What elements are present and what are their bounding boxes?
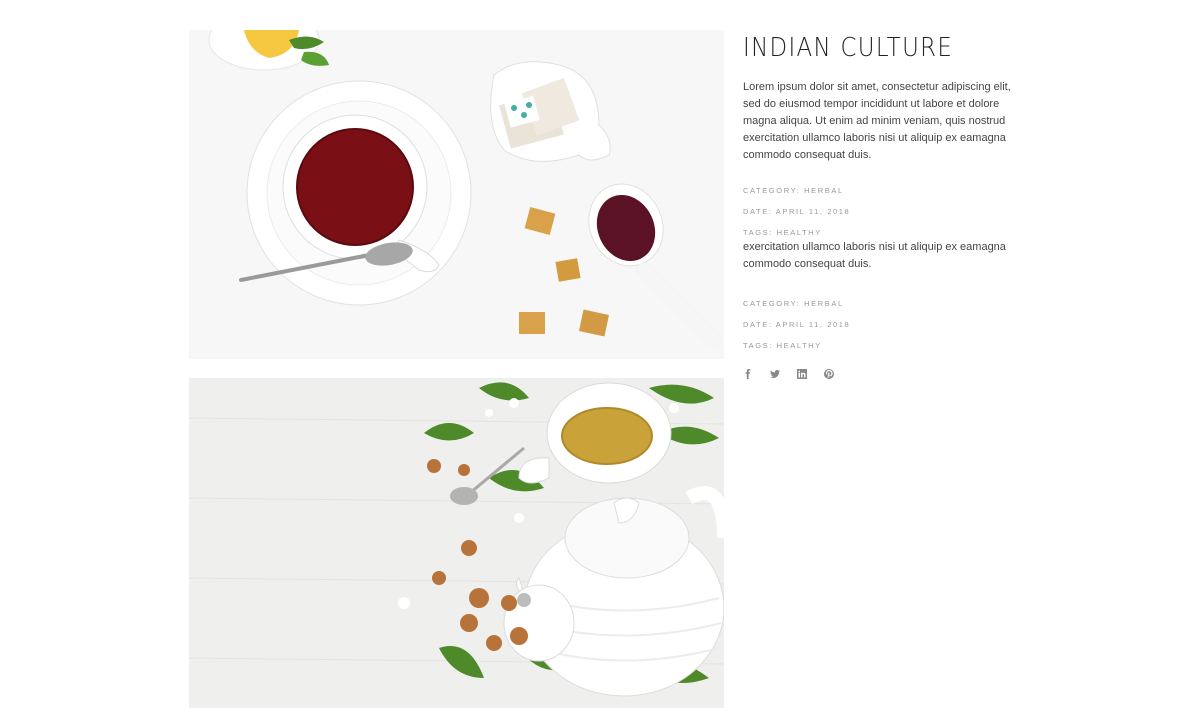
tea-photo-red [189, 30, 724, 359]
facebook-icon[interactable] [741, 368, 755, 380]
tea-photo-herbal [189, 378, 724, 708]
post-date: DATE: APRIL 11, 2018 [743, 207, 851, 216]
twitter-icon[interactable] [768, 368, 782, 380]
social-share-bar [741, 368, 836, 380]
post-title: INDIAN CULTURE [743, 33, 954, 63]
pinterest-icon[interactable] [822, 368, 836, 380]
post-category: CATEGORY: HERBAL [743, 186, 844, 195]
post-date: DATE: APRIL 11, 2018 [743, 320, 851, 329]
tea-photo-herbal-illustration [189, 378, 724, 708]
post-info: INDIAN CULTURE Lorem ipsum dolor sit ame… [743, 30, 1013, 351]
post-tags: TAGS: HEALTHY [743, 228, 822, 237]
post-paragraph: Lorem ipsum dolor sit amet, consectetur … [743, 81, 1011, 161]
linkedin-icon[interactable] [795, 368, 809, 380]
post-category: CATEGORY: HERBAL [743, 299, 844, 308]
tea-photo-red-illustration [189, 30, 724, 359]
post-paragraph-secondary: exercitation ullamco laboris nisi ut ali… [743, 241, 1006, 270]
post-tags: TAGS: HEALTHY [743, 341, 822, 350]
